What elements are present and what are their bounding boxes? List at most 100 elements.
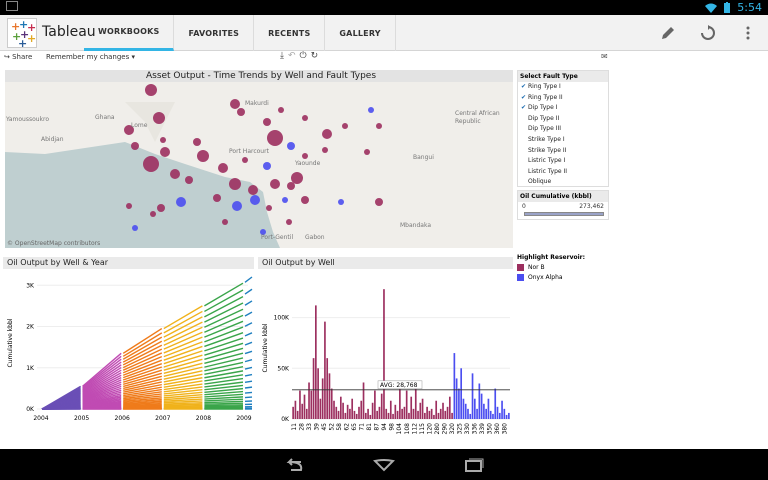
refresh-data-icon[interactable]: ↻ bbox=[311, 51, 319, 61]
well-marker[interactable] bbox=[185, 176, 193, 184]
well-marker[interactable] bbox=[176, 197, 186, 207]
filter-item-dip-type-ii[interactable]: Dip Type II bbox=[518, 114, 608, 125]
well-marker[interactable] bbox=[222, 219, 228, 225]
well-marker[interactable] bbox=[368, 107, 374, 113]
bar[interactable] bbox=[508, 412, 510, 419]
well-marker[interactable] bbox=[322, 147, 328, 153]
bar[interactable] bbox=[428, 410, 431, 419]
bar[interactable] bbox=[330, 388, 333, 419]
tableau-logo-icon[interactable]: + + + + + + + bbox=[7, 18, 37, 49]
well-marker[interactable] bbox=[263, 162, 271, 170]
bar[interactable] bbox=[410, 396, 413, 419]
bar[interactable] bbox=[301, 403, 304, 419]
series-line[interactable] bbox=[244, 322, 253, 327]
bar[interactable] bbox=[483, 403, 485, 419]
series-line[interactable] bbox=[244, 341, 253, 346]
bar[interactable] bbox=[396, 410, 399, 419]
series-line[interactable] bbox=[204, 357, 244, 368]
bar[interactable] bbox=[344, 412, 347, 419]
bar[interactable] bbox=[296, 410, 299, 419]
well-marker[interactable] bbox=[301, 196, 309, 204]
bar[interactable] bbox=[355, 413, 358, 419]
bar[interactable] bbox=[305, 408, 308, 419]
well-marker[interactable] bbox=[131, 142, 139, 150]
well-marker[interactable] bbox=[270, 179, 280, 189]
bar[interactable] bbox=[317, 368, 319, 419]
well-marker[interactable] bbox=[213, 194, 221, 202]
oil-by-well-chart[interactable]: Cumulative kbbl0K50K100KAVG: 28,76811 28 3… bbox=[258, 269, 513, 449]
bar[interactable] bbox=[476, 408, 478, 419]
well-marker[interactable] bbox=[237, 108, 245, 116]
filter-item-listric-type-i[interactable]: Listric Type I bbox=[518, 156, 608, 167]
bar[interactable] bbox=[405, 390, 408, 419]
bar[interactable] bbox=[478, 383, 481, 420]
bar[interactable] bbox=[412, 408, 415, 419]
bar[interactable] bbox=[471, 373, 474, 419]
bar[interactable] bbox=[383, 289, 385, 419]
legend-item-onyx-alpha[interactable]: Onyx Alpha bbox=[517, 274, 609, 281]
series-line[interactable] bbox=[244, 358, 253, 363]
bar[interactable] bbox=[349, 408, 351, 419]
bar[interactable] bbox=[376, 410, 378, 419]
bar[interactable] bbox=[394, 404, 397, 419]
series-line[interactable] bbox=[204, 282, 244, 307]
bar[interactable] bbox=[339, 396, 342, 419]
bar[interactable] bbox=[433, 414, 435, 419]
bar[interactable] bbox=[358, 406, 360, 419]
well-marker[interactable] bbox=[143, 156, 159, 172]
bar[interactable] bbox=[346, 404, 349, 419]
bar[interactable] bbox=[312, 358, 315, 419]
bar[interactable] bbox=[353, 410, 356, 419]
bar[interactable] bbox=[460, 368, 463, 419]
bar[interactable] bbox=[326, 358, 329, 419]
well-marker[interactable] bbox=[193, 138, 201, 146]
series-line[interactable] bbox=[204, 404, 244, 407]
bar[interactable] bbox=[424, 412, 426, 419]
well-marker[interactable] bbox=[250, 195, 260, 205]
bar[interactable] bbox=[319, 398, 322, 419]
series-line[interactable] bbox=[244, 373, 253, 377]
well-marker[interactable] bbox=[322, 129, 332, 139]
series-line[interactable] bbox=[244, 380, 253, 383]
series-line[interactable] bbox=[163, 336, 203, 354]
bar[interactable] bbox=[342, 402, 344, 419]
well-marker[interactable] bbox=[145, 84, 157, 96]
bar[interactable] bbox=[385, 408, 388, 419]
well-marker[interactable] bbox=[157, 204, 165, 212]
well-marker[interactable] bbox=[376, 123, 382, 129]
bar[interactable] bbox=[487, 398, 490, 419]
bar[interactable] bbox=[328, 373, 331, 419]
bar[interactable] bbox=[430, 408, 433, 419]
bar[interactable] bbox=[303, 394, 306, 419]
bar[interactable] bbox=[392, 413, 394, 419]
bar[interactable] bbox=[435, 400, 438, 419]
bar[interactable] bbox=[292, 406, 294, 419]
filter-item-dip-type-iii[interactable]: Dip Type III bbox=[518, 124, 608, 135]
bar[interactable] bbox=[496, 406, 499, 419]
series-line[interactable] bbox=[244, 332, 253, 337]
well-marker[interactable] bbox=[150, 211, 156, 217]
well-marker[interactable] bbox=[291, 172, 303, 184]
bar[interactable] bbox=[369, 414, 372, 419]
series-line[interactable] bbox=[204, 398, 244, 402]
bar[interactable] bbox=[458, 388, 460, 419]
bar[interactable] bbox=[494, 388, 497, 419]
filter-item-listric-type-ii[interactable]: Listric Type II bbox=[518, 167, 608, 178]
well-marker[interactable] bbox=[302, 153, 308, 159]
bar[interactable] bbox=[371, 402, 374, 419]
bar[interactable] bbox=[437, 412, 440, 419]
share-button[interactable]: ↪ Share bbox=[4, 53, 32, 61]
bar[interactable] bbox=[464, 403, 467, 419]
back-icon[interactable] bbox=[274, 455, 314, 475]
well-marker[interactable] bbox=[338, 199, 344, 205]
bar[interactable] bbox=[473, 398, 476, 419]
filter-item-strike-type-ii[interactable]: Strike Type II bbox=[518, 146, 608, 157]
bar[interactable] bbox=[451, 412, 453, 419]
well-marker[interactable] bbox=[232, 201, 242, 211]
well-marker[interactable] bbox=[170, 169, 180, 179]
series-line[interactable] bbox=[204, 361, 244, 372]
tab-gallery[interactable]: GALLERY bbox=[325, 15, 396, 51]
revert-icon[interactable]: ⏻ bbox=[300, 51, 307, 61]
well-marker[interactable] bbox=[278, 107, 284, 113]
well-marker[interactable] bbox=[282, 197, 288, 203]
